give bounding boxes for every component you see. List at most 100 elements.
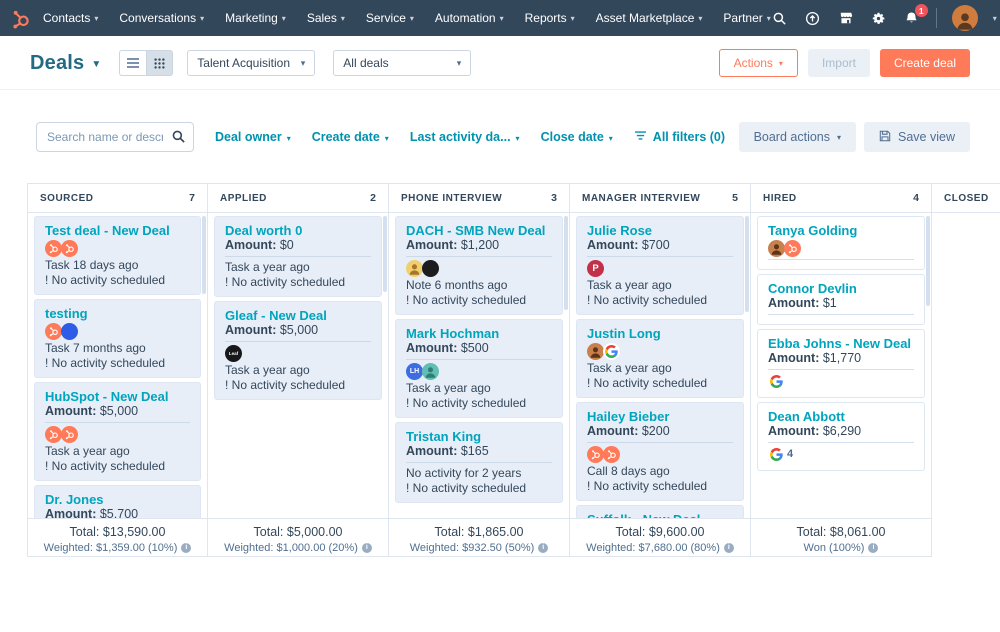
board-column-body: Test deal - New DealTask 18 days ago! No…	[28, 213, 207, 518]
actions-button[interactable]: Actions ▾	[719, 49, 798, 77]
nav-item-label: Marketing	[225, 11, 278, 25]
deal-card-tanya-golding[interactable]: Tanya Golding	[757, 216, 925, 270]
marketplace-icon[interactable]	[837, 9, 855, 27]
info-icon[interactable]: i	[724, 543, 734, 553]
deal-card-connor-devlin[interactable]: Connor DevlinAmount: $1	[757, 274, 925, 325]
deal-card-dr-jones[interactable]: Dr. JonesAmount: $5,700	[34, 485, 201, 518]
chevron-down-icon[interactable]: ▾	[993, 14, 997, 23]
board-column-header: SOURCED7	[28, 184, 207, 213]
info-icon[interactable]: i	[181, 543, 191, 553]
column-scrollbar[interactable]	[202, 216, 206, 294]
column-scrollbar[interactable]	[564, 216, 568, 310]
nav-item-service[interactable]: Service▾	[366, 11, 414, 25]
board-column-name: HIRED	[763, 193, 797, 204]
deal-card-activity: Note 6 months ago	[406, 278, 552, 293]
save-view-button[interactable]: Save view	[864, 122, 970, 152]
nav-item-marketing[interactable]: Marketing▾	[225, 11, 286, 25]
card-divider	[225, 256, 371, 257]
deal-card-justin-long[interactable]: Justin LongTask a year ago! No activity …	[576, 319, 744, 398]
upgrade-icon[interactable]	[804, 9, 822, 27]
amount-value: $500	[461, 341, 489, 355]
hubspot-avatar	[45, 426, 62, 443]
deal-card-warning: ! No activity scheduled	[587, 293, 733, 308]
pipeline-select-value: Talent Acquisition	[197, 56, 290, 70]
column-scrollbar[interactable]	[745, 216, 749, 312]
board-view-button[interactable]	[146, 50, 173, 76]
deal-card-deal-worth-0[interactable]: Deal worth 0Amount: $0Task a year ago! N…	[214, 216, 382, 297]
deal-card-warning: ! No activity scheduled	[45, 459, 190, 474]
nav-item-asset-marketplace[interactable]: Asset Marketplace▾	[596, 11, 703, 25]
page-title-dropdown[interactable]: Deals ▼	[30, 52, 101, 75]
board-column-name: SOURCED	[40, 193, 94, 204]
pipeline-select[interactable]: Talent Acquisition ▾	[187, 50, 315, 76]
nav-item-conversations[interactable]: Conversations▾	[119, 11, 204, 25]
hubspot-logo-icon[interactable]	[10, 5, 33, 31]
all-filters-button[interactable]: All filters (0)	[634, 130, 725, 144]
nav-right: 1 ▾	[771, 5, 997, 31]
create-deal-button[interactable]: Create deal	[880, 49, 970, 77]
user-avatar[interactable]	[952, 5, 978, 31]
info-icon[interactable]: i	[362, 543, 372, 553]
deal-card-mark-hochman[interactable]: Mark HochmanAmount: $500LHTask a year ag…	[395, 319, 563, 418]
deal-card-dean-abbott[interactable]: Dean AbbottAmount: $6,2904	[757, 402, 925, 471]
board-actions-button[interactable]: Board actions ▾	[739, 122, 856, 152]
hubspot-avatar	[45, 240, 62, 257]
notifications-icon[interactable]: 1	[903, 9, 921, 27]
filter-icon	[634, 130, 647, 144]
nav-item-sales[interactable]: Sales▾	[307, 11, 345, 25]
deal-card-gleaf-new-deal[interactable]: Gleaf - New DealAmount: $5,000LeafTask a…	[214, 301, 382, 400]
import-button[interactable]: Import	[808, 49, 870, 77]
app-blue-avatar	[61, 323, 78, 340]
filter-dropdown-create-date[interactable]: Create date▾	[312, 130, 389, 144]
filter-dropdown-last-activity-da[interactable]: Last activity da...▾	[410, 130, 520, 144]
search-icon[interactable]	[771, 9, 789, 27]
deal-card-title: Justin Long	[587, 326, 733, 341]
deal-card-ebba-johns-new-deal[interactable]: Ebba Johns - New DealAmount: $1,770	[757, 329, 925, 398]
deal-card-testing[interactable]: testingTask 7 months ago! No activity sc…	[34, 299, 201, 378]
deal-card-tristan-king[interactable]: Tristan KingAmount: $165No activity for …	[395, 422, 563, 503]
amount-label: Amount:	[768, 351, 819, 365]
nav-item-partner[interactable]: Partner▾	[723, 11, 770, 25]
amount-label: Amount:	[587, 238, 638, 252]
deal-card-julie-rose[interactable]: Julie RoseAmount: $700PTask a year ago! …	[576, 216, 744, 315]
actions-button-label: Actions	[734, 56, 773, 70]
info-icon[interactable]: i	[868, 543, 878, 553]
filter-dropdown-deal-owner[interactable]: Deal owner▾	[215, 130, 291, 144]
column-scrollbar[interactable]	[926, 216, 930, 306]
deal-card-amount: Amount: $1,770	[768, 351, 914, 366]
board-column-body	[932, 213, 1000, 518]
card-divider	[406, 462, 552, 463]
filter-dropdown-close-date[interactable]: Close date▾	[541, 130, 613, 144]
deal-card-activity: Task a year ago	[225, 260, 371, 275]
deal-card-hailey-bieber[interactable]: Hailey BieberAmount: $200Call 8 days ago…	[576, 402, 744, 501]
card-divider	[225, 341, 371, 342]
deal-card-hubspot-new-deal[interactable]: HubSpot - New DealAmount: $5,000Task a y…	[34, 382, 201, 481]
card-divider	[45, 422, 190, 423]
nav-item-contacts[interactable]: Contacts▾	[43, 11, 98, 25]
deals-filter-select[interactable]: All deals ▾	[333, 50, 471, 76]
list-view-button[interactable]	[119, 50, 146, 76]
deal-card-test-deal-new-deal[interactable]: Test deal - New DealTask 18 days ago! No…	[34, 216, 201, 295]
chevron-down-icon: ▾	[500, 14, 504, 23]
hubspot-avatar	[61, 426, 78, 443]
deal-card-activity: Task a year ago	[587, 361, 733, 376]
board-columns: SOURCED7 Test deal - New DealTask 18 days…	[27, 183, 1000, 557]
google-avatar	[768, 373, 785, 390]
settings-icon[interactable]	[870, 9, 888, 27]
hubspot-avatar	[603, 446, 620, 463]
nav-item-reports[interactable]: Reports▾	[525, 11, 575, 25]
amount-label: Amount:	[225, 323, 276, 337]
amount-label: Amount:	[45, 404, 96, 418]
column-scrollbar[interactable]	[383, 216, 387, 292]
board-column-footer: Total: $1,865.00Weighted: $932.50 (50%)i	[389, 518, 569, 557]
deal-card-dach-smb-new-deal[interactable]: DACH - SMB New DealAmount: $1,200Note 6 …	[395, 216, 563, 315]
amount-label: Amount:	[225, 238, 276, 252]
nav-item-automation[interactable]: Automation▾	[435, 11, 504, 25]
info-icon[interactable]: i	[538, 543, 548, 553]
deal-card-title: Gleaf - New Deal	[225, 308, 371, 323]
deal-card-suffolk-new-deal[interactable]: Suffolk - New Deal	[576, 505, 744, 518]
deal-board: SOURCED7 Test deal - New DealTask 18 days…	[27, 183, 1000, 557]
deals-filter-select-value: All deals	[343, 56, 388, 70]
board-column-header: CLOSED	[932, 184, 1000, 213]
deal-card-title: HubSpot - New Deal	[45, 389, 190, 404]
